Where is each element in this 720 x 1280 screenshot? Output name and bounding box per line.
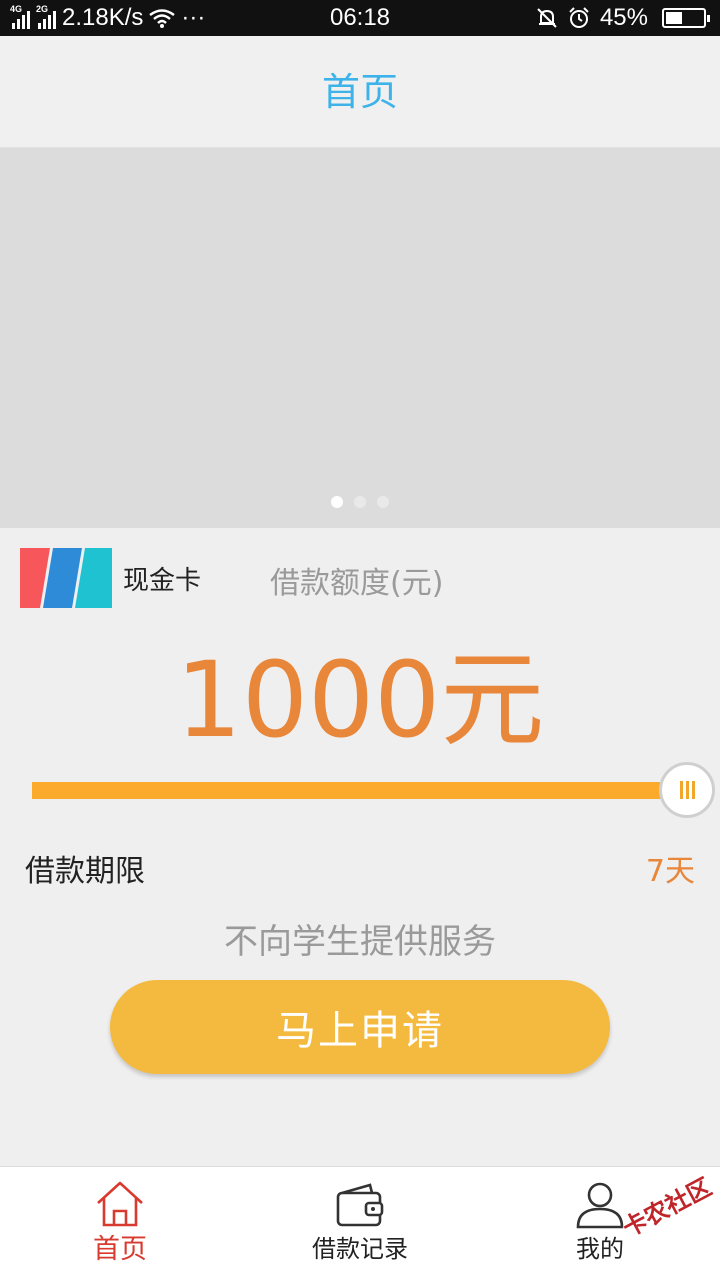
battery-percent: 45% xyxy=(599,4,648,31)
carousel-dot[interactable] xyxy=(377,496,389,508)
page-title: 首页 xyxy=(321,70,398,114)
user-icon xyxy=(576,1182,624,1229)
carousel-dot[interactable] xyxy=(331,496,343,508)
tab-loan-records[interactable]: 借款记录 xyxy=(240,1167,480,1280)
wallet-icon xyxy=(336,1183,384,1227)
header: 首页 xyxy=(0,36,720,148)
term-label: 借款期限 xyxy=(25,854,145,889)
limit-label: 借款额度(元) xyxy=(270,566,444,601)
tab-home[interactable]: 首页 xyxy=(0,1167,240,1280)
alarm-icon xyxy=(569,7,589,28)
tab-mine-label: 我的 xyxy=(576,1235,624,1263)
home-icon xyxy=(97,1181,143,1227)
carousel-dot[interactable] xyxy=(354,496,366,508)
carousel-indicator xyxy=(0,496,720,508)
amount-slider-track[interactable] xyxy=(32,782,682,799)
product-name: 现金卡 xyxy=(123,566,202,596)
cash-card-logo-icon xyxy=(20,548,112,608)
apply-now-button[interactable]: 马上申请 xyxy=(110,980,610,1074)
tab-loan-records-label: 借款记录 xyxy=(312,1235,408,1263)
notice-text: 不向学生提供服务 xyxy=(224,922,496,962)
mute-bell-icon xyxy=(537,8,557,28)
bottom-tab-bar: 首页 借款记录 我的 xyxy=(0,1166,720,1280)
term-value[interactable]: 7天 xyxy=(646,846,695,890)
status-bar: 4G 2G 2.18K/s ··· 06:18 45% xyxy=(0,0,720,36)
tab-home-label: 首页 xyxy=(93,1234,147,1265)
amount-slider-handle[interactable] xyxy=(659,762,715,818)
loan-amount: 1000元 xyxy=(175,639,545,761)
banner-carousel[interactable] xyxy=(0,148,720,528)
battery-icon xyxy=(662,8,710,28)
